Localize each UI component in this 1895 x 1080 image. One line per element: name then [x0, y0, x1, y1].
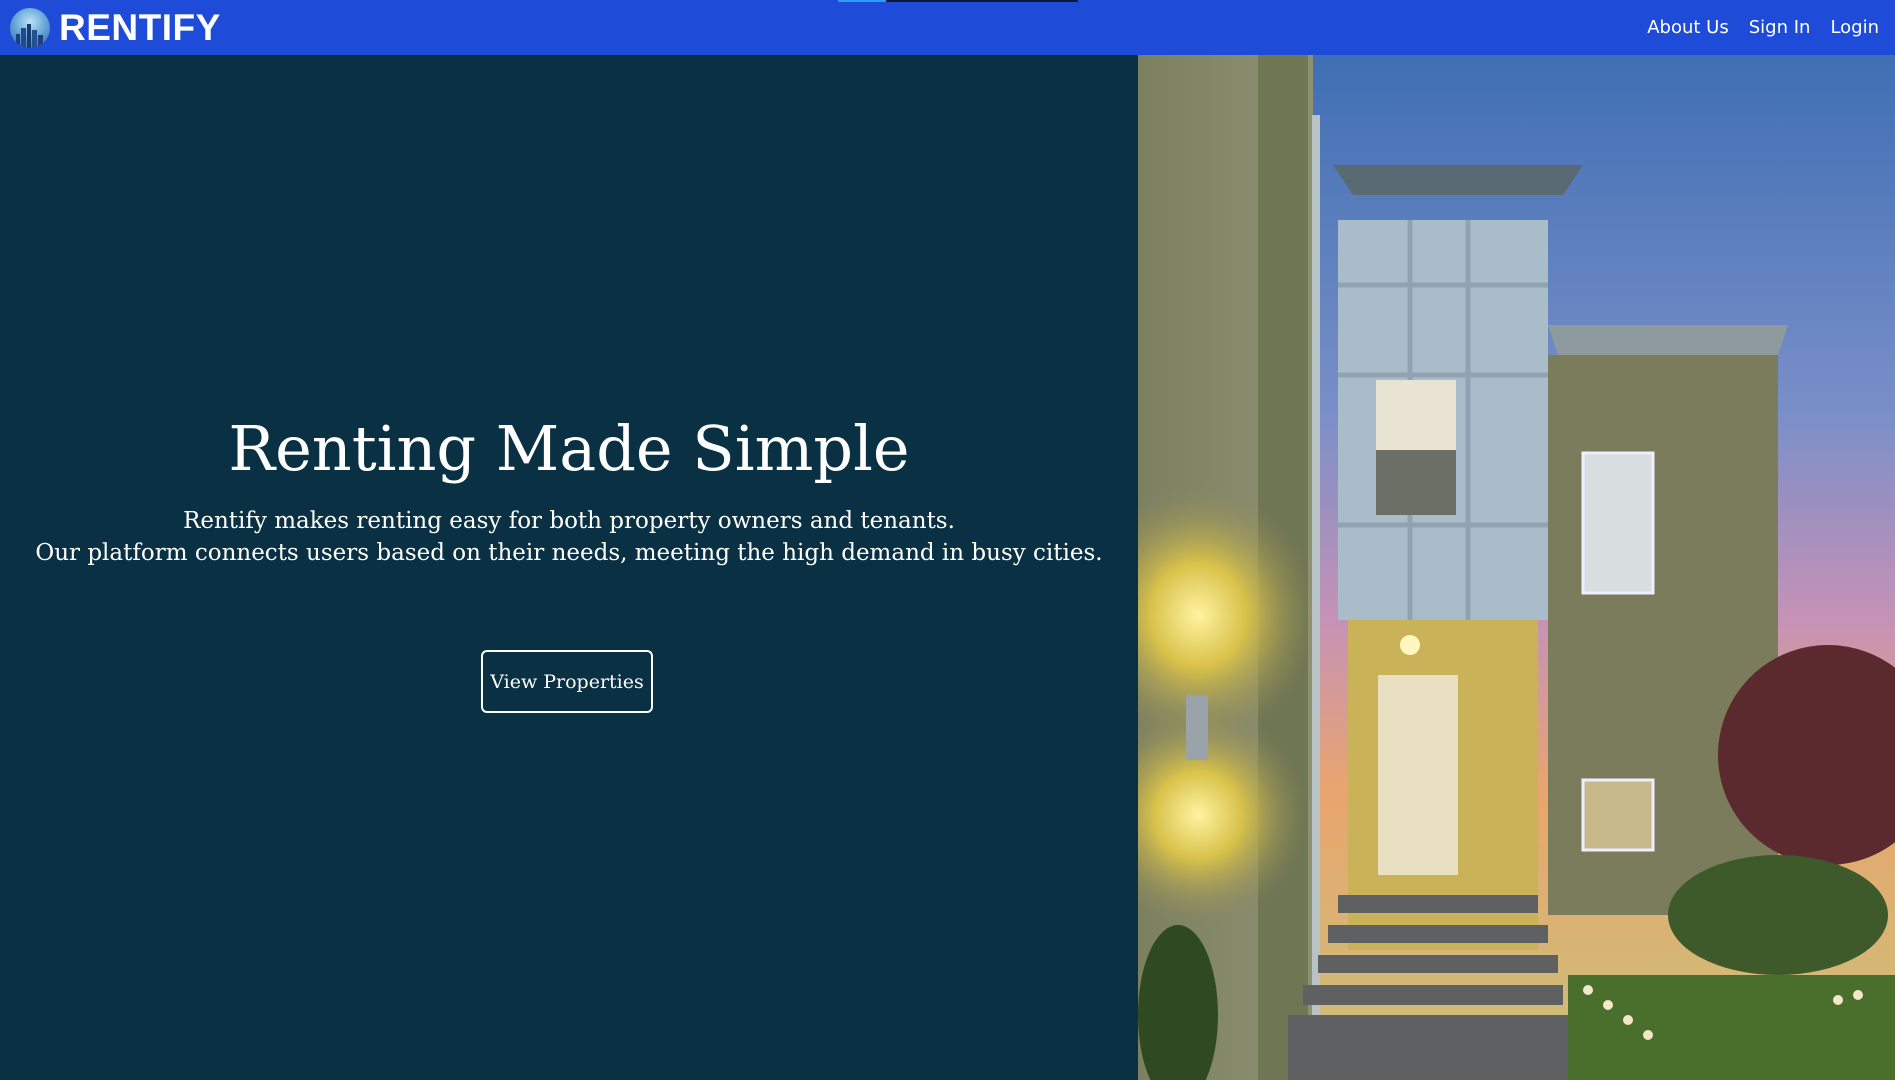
nav-link-login[interactable]: Login: [1830, 17, 1879, 38]
view-properties-button[interactable]: View Properties: [481, 650, 653, 713]
top-navbar: RENTIFY About Us Sign In Login: [0, 0, 1895, 55]
brand-name: RENTIFY: [59, 6, 221, 48]
brand[interactable]: RENTIFY: [10, 7, 221, 49]
page-loading-bar: [838, 0, 1078, 2]
hero-subtitle-line-2: Our platform connects users based on the…: [35, 540, 1103, 566]
hero-subtitle-line-1: Rentify makes renting easy for both prop…: [183, 508, 955, 534]
city-skyline-icon: [10, 7, 50, 48]
page-loading-bar-fill: [838, 0, 886, 2]
hero-house-image: [1138, 55, 1895, 1080]
nav-links: About Us Sign In Login: [1647, 0, 1879, 55]
nav-link-about-us[interactable]: About Us: [1647, 17, 1729, 38]
hero-subtitle: Rentify makes renting easy for both prop…: [0, 505, 1138, 569]
nav-link-sign-in[interactable]: Sign In: [1749, 17, 1811, 38]
hero-title: Renting Made Simple: [228, 412, 910, 485]
